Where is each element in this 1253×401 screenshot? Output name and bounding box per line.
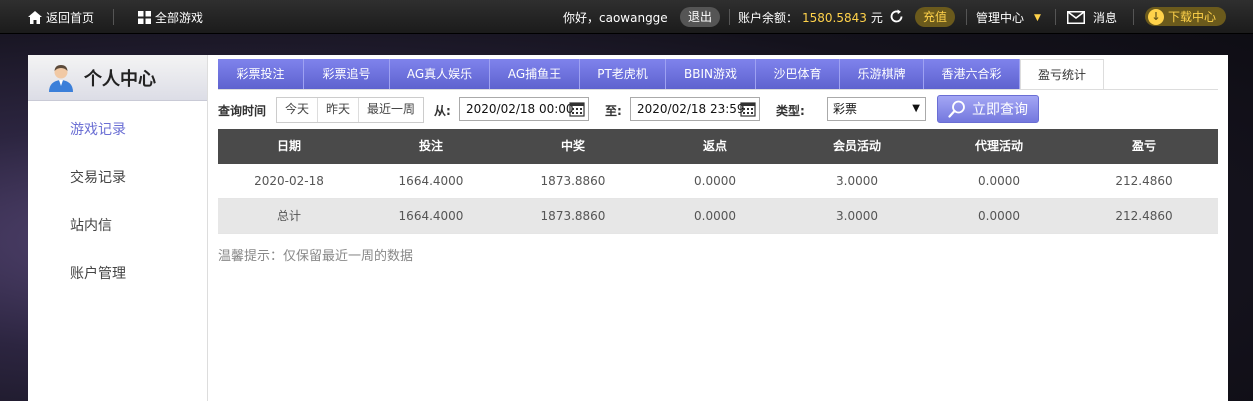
- balance-unit: 元: [870, 11, 883, 25]
- column-header-rebate: 返点: [702, 139, 727, 153]
- table-row-total: 总计 1664.4000 1873.8860 0.0000 3.0000 0.0…: [218, 199, 1218, 234]
- tab-bbin-games[interactable]: BBIN游戏: [666, 59, 756, 89]
- table-cell: 0.0000: [978, 209, 1020, 223]
- sidebar-item-transaction-records[interactable]: 交易记录: [70, 167, 126, 187]
- sidebar-title: 个人中心: [84, 68, 156, 90]
- divider: [1055, 9, 1056, 25]
- user-icon: [49, 64, 73, 92]
- yesterday-button[interactable]: 昨天: [318, 98, 360, 122]
- sidebar-item-account-management[interactable]: 账户管理: [70, 263, 126, 283]
- home-link[interactable]: 返回首页: [28, 9, 94, 26]
- from-date-input[interactable]: 2020/02/18 00:00: [459, 97, 589, 121]
- column-header-winnings: 中奖: [560, 139, 585, 153]
- table-cell: 2020-02-18: [254, 174, 324, 188]
- mail-icon: [1067, 11, 1085, 24]
- messages-label: 消息: [1093, 11, 1118, 25]
- column-header-bets: 投注: [418, 139, 443, 153]
- tab-ag-fishing[interactable]: AG捕鱼王: [490, 59, 580, 89]
- search-button[interactable]: 立即查询: [937, 95, 1039, 123]
- download-label: 下载中心: [1168, 10, 1217, 24]
- table-cell: 1873.8860: [540, 209, 606, 223]
- type-value: 彩票: [833, 102, 858, 116]
- quick-range-group: 今天 昨天 最近一周: [276, 97, 425, 123]
- tab-bar: 彩票投注 彩票追号 AG真人娱乐 AG捕鱼王 PT老虎机 BBIN游戏 沙巴体育…: [218, 59, 1104, 89]
- chevron-down-icon: ▼: [1034, 12, 1041, 23]
- type-select[interactable]: 彩票 ▼: [827, 97, 926, 121]
- divider: [1133, 9, 1134, 25]
- table-cell: 总计: [276, 209, 301, 223]
- table-cell: 3.0000: [836, 174, 878, 188]
- search-icon: [948, 100, 965, 118]
- last-week-button[interactable]: 最近一周: [359, 98, 424, 122]
- tab-leyou-chess[interactable]: 乐游棋牌: [840, 59, 924, 89]
- refresh-icon[interactable]: [889, 9, 904, 24]
- table-cell: 212.4860: [1115, 174, 1173, 188]
- query-bar: 查询时间 今天 昨天 最近一周 从: 2020/02/18 00:00 至: 2…: [218, 95, 1218, 123]
- table-cell: 0.0000: [978, 174, 1020, 188]
- tab-profit-loss[interactable]: 盈亏统计: [1020, 59, 1104, 89]
- balance-value: 1580.5843: [802, 10, 867, 25]
- to-label: 至:: [605, 104, 622, 118]
- home-icon: [28, 11, 42, 24]
- caret-down-icon: ▼: [912, 103, 920, 114]
- balance: 账户余额： 1580.5843 元: [738, 9, 883, 26]
- from-label: 从:: [434, 104, 451, 118]
- column-header-profit-loss: 盈亏: [1131, 139, 1156, 153]
- manage-center-label: 管理中心: [976, 11, 1025, 25]
- tab-saba-sports[interactable]: 沙巴体育: [756, 59, 840, 89]
- calendar-icon[interactable]: [740, 101, 756, 117]
- manage-center-menu[interactable]: 管理中心 ▼: [976, 9, 1041, 26]
- logout-button[interactable]: 退出: [680, 7, 721, 27]
- tab-ag-live[interactable]: AG真人娱乐: [390, 59, 490, 89]
- tab-lottery-bets[interactable]: 彩票投注: [218, 59, 304, 89]
- recharge-button[interactable]: 充值: [915, 7, 956, 27]
- today-button[interactable]: 今天: [277, 98, 319, 122]
- messages-link[interactable]: 消息: [1067, 9, 1117, 26]
- sidebar-item-game-records[interactable]: 游戏记录: [70, 119, 126, 139]
- greeting: 你好，caowangge: [563, 11, 668, 25]
- sidebar-item-site-messages[interactable]: 站内信: [70, 215, 112, 235]
- table-cell: 1664.4000: [398, 174, 464, 188]
- calendar-icon[interactable]: [569, 101, 585, 117]
- column-header-date: 日期: [276, 139, 301, 153]
- table-cell: 1664.4000: [398, 209, 464, 223]
- divider: [966, 9, 967, 25]
- to-date-input[interactable]: 2020/02/18 23:59: [630, 97, 760, 121]
- sidebar-header: 个人中心: [28, 55, 207, 101]
- table-row: 2020-02-18 1664.4000 1873.8860 0.0000 3.…: [218, 164, 1218, 199]
- divider: [113, 9, 114, 25]
- sidebar: 个人中心 游戏记录 交易记录 站内信 账户管理: [28, 55, 208, 401]
- table-cell: 1873.8860: [540, 174, 606, 188]
- divider: [729, 9, 730, 25]
- tab-hk-mark-six[interactable]: 香港六合彩: [924, 59, 1020, 89]
- tab-pt-slots[interactable]: PT老虎机: [580, 59, 666, 89]
- retention-tip: 温馨提示：仅保留最近一周的数据: [218, 249, 414, 264]
- tab-lottery-chase[interactable]: 彩票追号: [304, 59, 390, 89]
- type-label: 类型:: [776, 104, 805, 118]
- to-date-value: 2020/02/18 23:59: [637, 102, 745, 116]
- column-header-member-activity: 会员活动: [832, 139, 881, 153]
- personal-center-panel: 个人中心 游戏记录 交易记录 站内信 账户管理 彩票投注 彩票追号 AG真人娱乐…: [28, 55, 1228, 401]
- table-header: 日期 投注 中奖 返点 会员活动 代理活动 盈亏: [218, 129, 1218, 164]
- table-cell: 212.4860: [1115, 209, 1173, 223]
- all-games-label: 全部游戏: [155, 11, 204, 25]
- table-cell: 0.0000: [694, 209, 736, 223]
- profit-loss-table: 日期 投注 中奖 返点 会员活动 代理活动 盈亏 2020-02-18 1664…: [218, 129, 1218, 234]
- home-label: 返回首页: [46, 11, 95, 25]
- grid-icon: [138, 11, 151, 24]
- table-cell: 0.0000: [694, 174, 736, 188]
- column-header-agent-activity: 代理活动: [974, 139, 1023, 153]
- from-date-value: 2020/02/18 00:00: [466, 102, 574, 116]
- balance-label: 账户余额：: [738, 11, 799, 25]
- download-center-button[interactable]: ↓ 下载中心: [1145, 7, 1227, 26]
- query-time-label: 查询时间: [218, 104, 267, 118]
- search-label: 立即查询: [972, 102, 1028, 118]
- table-cell: 3.0000: [836, 209, 878, 223]
- download-icon: ↓: [1148, 8, 1164, 25]
- all-games-link[interactable]: 全部游戏: [138, 9, 203, 26]
- tab-divider: [218, 89, 1218, 90]
- top-bar: 返回首页 全部游戏 你好，caowangge 退出 账户余额： 1580.584…: [0, 0, 1253, 34]
